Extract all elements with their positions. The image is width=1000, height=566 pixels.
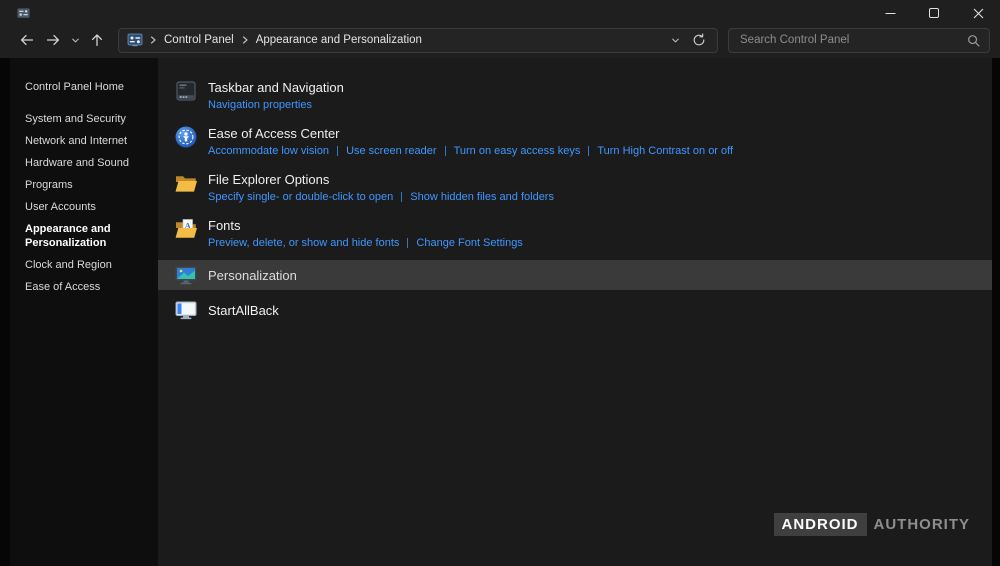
link-turn-on-easy-access-keys[interactable]: Turn on easy access keys	[454, 144, 581, 158]
up-button[interactable]	[84, 27, 110, 53]
sidebar: Control Panel Home System and Security N…	[10, 58, 158, 566]
sidebar-item-appearance-and-personalization[interactable]: Appearance and Personalization	[10, 218, 158, 254]
left-gutter	[0, 58, 10, 566]
sidebar-item-hardware-and-sound[interactable]: Hardware and Sound	[10, 152, 158, 174]
refresh-button[interactable]	[687, 29, 711, 52]
watermark-android-badge: ANDROID	[773, 513, 867, 536]
back-arrow-icon	[20, 34, 34, 46]
link-separator	[337, 146, 339, 156]
category-links: Navigation properties	[208, 98, 344, 112]
minimize-icon	[885, 12, 895, 14]
watermark: ANDROID AUTHORITY	[773, 513, 971, 536]
category-title-fonts[interactable]: Fonts	[208, 217, 523, 234]
category-title-ease-of-access-center[interactable]: Ease of Access Center	[208, 125, 733, 142]
back-button[interactable]	[14, 27, 40, 53]
category-links: Accommodate low vision Use screen reader…	[208, 144, 733, 158]
category-title-personalization[interactable]: Personalization	[208, 267, 297, 284]
forward-arrow-icon	[46, 34, 60, 46]
sidebar-item-clock-and-region[interactable]: Clock and Region	[10, 254, 158, 276]
link-separator	[407, 238, 409, 248]
link-turn-high-contrast-on-or-off[interactable]: Turn High Contrast on or off	[597, 144, 733, 158]
address-bar[interactable]: Control Panel Appearance and Personaliza…	[118, 27, 718, 53]
control-panel-icon[interactable]	[127, 32, 143, 48]
address-dropdown-button[interactable]	[663, 29, 687, 52]
search-input[interactable]	[738, 33, 961, 47]
close-icon	[973, 8, 983, 18]
search-box[interactable]	[728, 27, 990, 53]
sidebar-item-network-and-internet[interactable]: Network and Internet	[10, 130, 158, 152]
taskbar-icon[interactable]	[174, 79, 198, 103]
sidebar-item-programs[interactable]: Programs	[10, 174, 158, 196]
category-startallback: StartAllBack	[158, 295, 992, 325]
up-arrow-icon	[91, 34, 103, 47]
link-preview-delete-show-hide-fonts[interactable]: Preview, delete, or show and hide fonts	[208, 236, 399, 250]
minimize-button[interactable]	[868, 0, 912, 26]
sidebar-item-system-and-security[interactable]: System and Security	[10, 108, 158, 130]
sidebar-item-user-accounts[interactable]: User Accounts	[10, 196, 158, 218]
category-links: Specify single- or double-click to open …	[208, 190, 554, 204]
breadcrumb-appearance-personalization[interactable]: Appearance and Personalization	[251, 34, 427, 46]
category-ease-of-access-center: Ease of Access Center Accommodate low vi…	[158, 122, 992, 161]
forward-button[interactable]	[40, 27, 66, 53]
folder-options-icon[interactable]	[174, 171, 198, 195]
close-button[interactable]	[956, 0, 1000, 26]
right-gutter	[992, 58, 1000, 566]
personalization-icon	[174, 263, 198, 287]
link-separator	[444, 146, 446, 156]
link-navigation-properties[interactable]: Navigation properties	[208, 98, 312, 112]
startallback-icon[interactable]	[174, 298, 198, 322]
titlebar	[0, 0, 1000, 26]
category-links: Preview, delete, or show and hide fonts …	[208, 236, 523, 250]
link-accommodate-low-vision[interactable]: Accommodate low vision	[208, 144, 329, 158]
breadcrumb-control-panel[interactable]: Control Panel	[159, 34, 239, 46]
ease-of-access-icon[interactable]	[174, 125, 198, 149]
chevron-down-icon	[671, 38, 679, 42]
search-icon[interactable]	[967, 34, 980, 47]
category-list: Taskbar and Navigation Navigation proper…	[158, 58, 992, 566]
link-show-hidden-files-and-folders[interactable]: Show hidden files and folders	[410, 190, 554, 204]
maximize-button[interactable]	[912, 0, 956, 26]
category-title-file-explorer-options[interactable]: File Explorer Options	[208, 171, 554, 188]
sidebar-item-ease-of-access[interactable]: Ease of Access	[10, 276, 158, 298]
app-icon	[16, 6, 31, 21]
maximize-icon	[929, 8, 939, 18]
fonts-folder-icon[interactable]: A	[174, 217, 198, 241]
link-use-screen-reader[interactable]: Use screen reader	[346, 144, 437, 158]
link-specify-single-or-double-click[interactable]: Specify single- or double-click to open	[208, 190, 393, 204]
link-change-font-settings[interactable]: Change Font Settings	[416, 236, 522, 250]
link-separator	[588, 146, 590, 156]
category-personalization[interactable]: Personalization	[158, 260, 992, 290]
category-taskbar-and-navigation: Taskbar and Navigation Navigation proper…	[158, 76, 992, 115]
refresh-icon	[693, 33, 705, 46]
category-title-taskbar-and-navigation[interactable]: Taskbar and Navigation	[208, 79, 344, 96]
toolbar: Control Panel Appearance and Personaliza…	[0, 26, 1000, 58]
category-title-startallback[interactable]: StartAllBack	[208, 302, 279, 319]
recent-locations-button[interactable]	[66, 27, 84, 53]
chevron-down-icon	[71, 38, 79, 42]
category-fonts: A Fonts Preview, delete, or show and hid…	[158, 214, 992, 253]
sidebar-item-control-panel-home[interactable]: Control Panel Home	[10, 76, 158, 98]
content-area: Control Panel Home System and Security N…	[0, 58, 1000, 566]
category-file-explorer-options: File Explorer Options Specify single- or…	[158, 168, 992, 207]
control-panel-window: Control Panel Appearance and Personaliza…	[0, 0, 1000, 566]
watermark-authority-text: AUTHORITY	[873, 516, 970, 533]
link-separator	[401, 192, 403, 202]
chevron-right-icon[interactable]	[147, 35, 159, 45]
chevron-right-icon[interactable]	[239, 35, 251, 45]
